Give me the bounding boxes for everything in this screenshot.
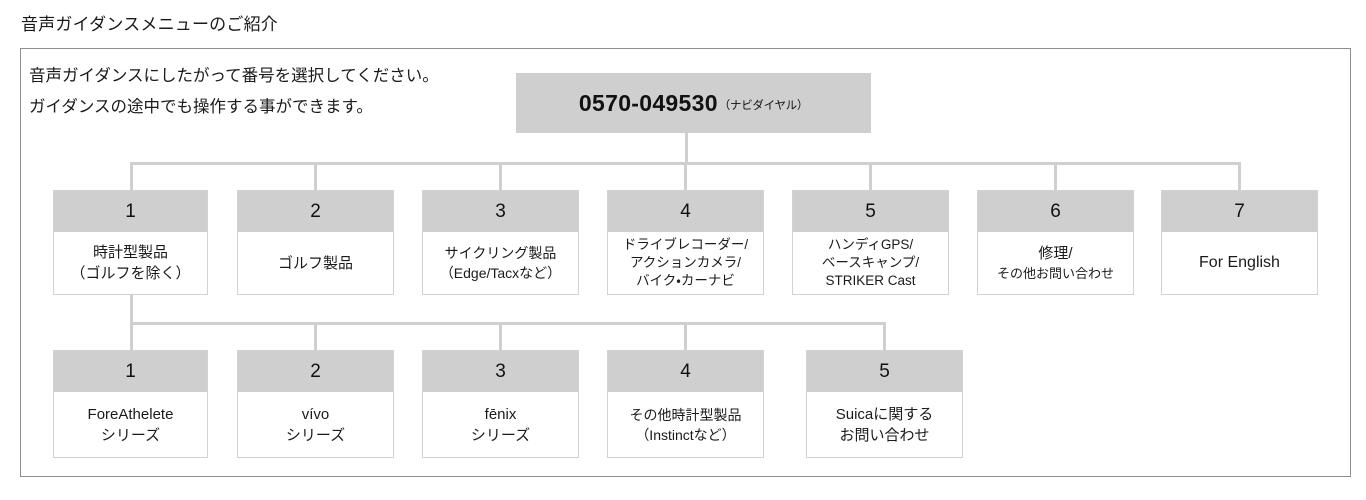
menu-item-5-line-3: STRIKER Cast [825, 273, 916, 288]
wire-drop-l2-3 [499, 322, 502, 350]
submenu-item-2-label: vívo シリーズ [238, 392, 393, 457]
menu-item-2-label: ゴルフ製品 [238, 232, 393, 294]
submenu-item-2-line-1: vívo [301, 405, 330, 423]
menu-item-4-number: 4 [608, 191, 763, 232]
intro-line-2: ガイダンスの途中でも操作する事ができます。 [29, 98, 373, 116]
menu-item-2[interactable]: 2 ゴルフ製品 [237, 190, 394, 295]
submenu-item-3-number: 3 [423, 351, 578, 392]
menu-item-5[interactable]: 5 ハンディGPS/ ベースキャンプ/ STRIKER Cast [792, 190, 949, 295]
submenu-item-3-label: fēnix シリーズ [423, 392, 578, 457]
menu-item-4-line-3: バイク・カーナビ [636, 273, 735, 288]
menu-item-6-line-1: 修理/ [1038, 245, 1073, 262]
menu-item-1-label: 時計型製品 （ゴルフを除く） [54, 232, 207, 294]
wire-drop-l2-2 [314, 322, 317, 350]
submenu-item-2-number: 2 [238, 351, 393, 392]
wire-drop-l1-7 [1238, 162, 1241, 190]
wire-drop-l1-3 [499, 162, 502, 190]
wire-level2-bus [130, 322, 886, 325]
menu-item-3-line-2: （Edge/Tacxなど） [439, 265, 562, 281]
menu-item-6-line-2: その他お問い合わせ [996, 266, 1114, 281]
menu-item-4-line-2: アクションカメラ/ [629, 255, 742, 270]
menu-item-6-number: 6 [978, 191, 1133, 232]
menu-item-7-label: For English [1162, 232, 1317, 294]
menu-item-3-number: 3 [423, 191, 578, 232]
menu-item-5-line-2: ベースキャンプ/ [821, 255, 920, 270]
submenu-item-2-line-2: シリーズ [285, 426, 346, 444]
voice-guidance-menu-page: 音声ガイダンスメニューのご紹介 音声ガイダンスにしたがって番号を選択してください… [0, 0, 1366, 500]
menu-item-1[interactable]: 1 時計型製品 （ゴルフを除く） [53, 190, 208, 295]
menu-item-3-line-1: サイクリング製品 [444, 245, 557, 261]
phone-number: 0570-049530 [578, 89, 718, 116]
submenu-item-3-line-2: シリーズ [470, 426, 531, 444]
menu-item-4-label: ドライブレコーダー/ アクションカメラ/ バイク・カーナビ [608, 232, 763, 294]
phone-number-suffix: （ナビダイヤル） [718, 100, 809, 112]
menu-item-2-number: 2 [238, 191, 393, 232]
wire-node1-stem [130, 295, 133, 325]
menu-item-6[interactable]: 6 修理/ その他お問い合わせ [977, 190, 1134, 295]
menu-item-4[interactable]: 4 ドライブレコーダー/ アクションカメラ/ バイク・カーナビ [607, 190, 764, 295]
menu-item-7-line-1: For English [1199, 254, 1280, 271]
submenu-item-4[interactable]: 4 その他時計型製品 （Instinctなど） [607, 350, 764, 458]
submenu-item-4-line-1: その他時計型製品 [629, 406, 742, 423]
submenu-item-1-line-1: ForeAthelete [87, 405, 174, 423]
submenu-item-4-line-2: （Instinctなど） [635, 426, 736, 443]
wire-drop-l2-1 [130, 322, 133, 350]
submenu-item-5-line-1: Suicaに関する [835, 405, 934, 423]
menu-item-1-number: 1 [54, 191, 207, 232]
submenu-item-4-number: 4 [608, 351, 763, 392]
submenu-item-2[interactable]: 2 vívo シリーズ [237, 350, 394, 458]
menu-item-1-line-1: 時計型製品 [92, 244, 168, 261]
submenu-item-3[interactable]: 3 fēnix シリーズ [422, 350, 579, 458]
wire-drop-l1-2 [314, 162, 317, 190]
submenu-item-1-number: 1 [54, 351, 207, 392]
wire-root-stem [685, 133, 688, 165]
wire-drop-l2-4 [684, 322, 687, 350]
intro-line-1: 音声ガイダンスにしたがって番号を選択してください。 [29, 67, 439, 85]
page-title: 音声ガイダンスメニューのご紹介 [21, 15, 278, 34]
menu-item-3-label: サイクリング製品 （Edge/Tacxなど） [423, 232, 578, 294]
submenu-item-5-number: 5 [807, 351, 962, 392]
menu-panel: 音声ガイダンスにしたがって番号を選択してください。 ガイダンスの途中でも操作する… [20, 48, 1351, 477]
submenu-item-4-label: その他時計型製品 （Instinctなど） [608, 392, 763, 457]
menu-item-7-number: 7 [1162, 191, 1317, 232]
submenu-item-1-label: ForeAthelete シリーズ [54, 392, 207, 457]
menu-item-5-number: 5 [793, 191, 948, 232]
intro-text: 音声ガイダンスにしたがって番号を選択してください。 ガイダンスの途中でも操作する… [29, 61, 439, 123]
wire-level1-bus [130, 162, 1241, 165]
menu-item-4-line-1: ドライブレコーダー/ [622, 237, 749, 252]
wire-drop-l1-4 [684, 162, 687, 190]
wire-drop-l1-5 [869, 162, 872, 190]
menu-item-3[interactable]: 3 サイクリング製品 （Edge/Tacxなど） [422, 190, 579, 295]
menu-item-5-label: ハンディGPS/ ベースキャンプ/ STRIKER Cast [793, 232, 948, 294]
submenu-item-5-label: Suicaに関する お問い合わせ [807, 392, 962, 457]
submenu-item-5[interactable]: 5 Suicaに関する お問い合わせ [806, 350, 963, 458]
phone-number-node: 0570-049530 （ナビダイヤル） [516, 73, 871, 133]
menu-item-7[interactable]: 7 For English [1161, 190, 1318, 295]
wire-drop-l1-6 [1054, 162, 1057, 190]
submenu-item-1[interactable]: 1 ForeAthelete シリーズ [53, 350, 208, 458]
submenu-item-1-line-2: シリーズ [100, 426, 161, 444]
wire-drop-l2-5 [883, 322, 886, 350]
menu-item-5-line-1: ハンディGPS/ [827, 237, 914, 252]
menu-item-2-line-1: ゴルフ製品 [277, 254, 353, 272]
menu-item-6-label: 修理/ その他お問い合わせ [978, 232, 1133, 294]
menu-item-1-line-2: （ゴルフを除く） [70, 265, 191, 282]
wire-drop-l1-1 [130, 162, 133, 190]
submenu-item-5-line-2: お問い合わせ [839, 426, 930, 444]
submenu-item-3-line-1: fēnix [484, 405, 517, 423]
